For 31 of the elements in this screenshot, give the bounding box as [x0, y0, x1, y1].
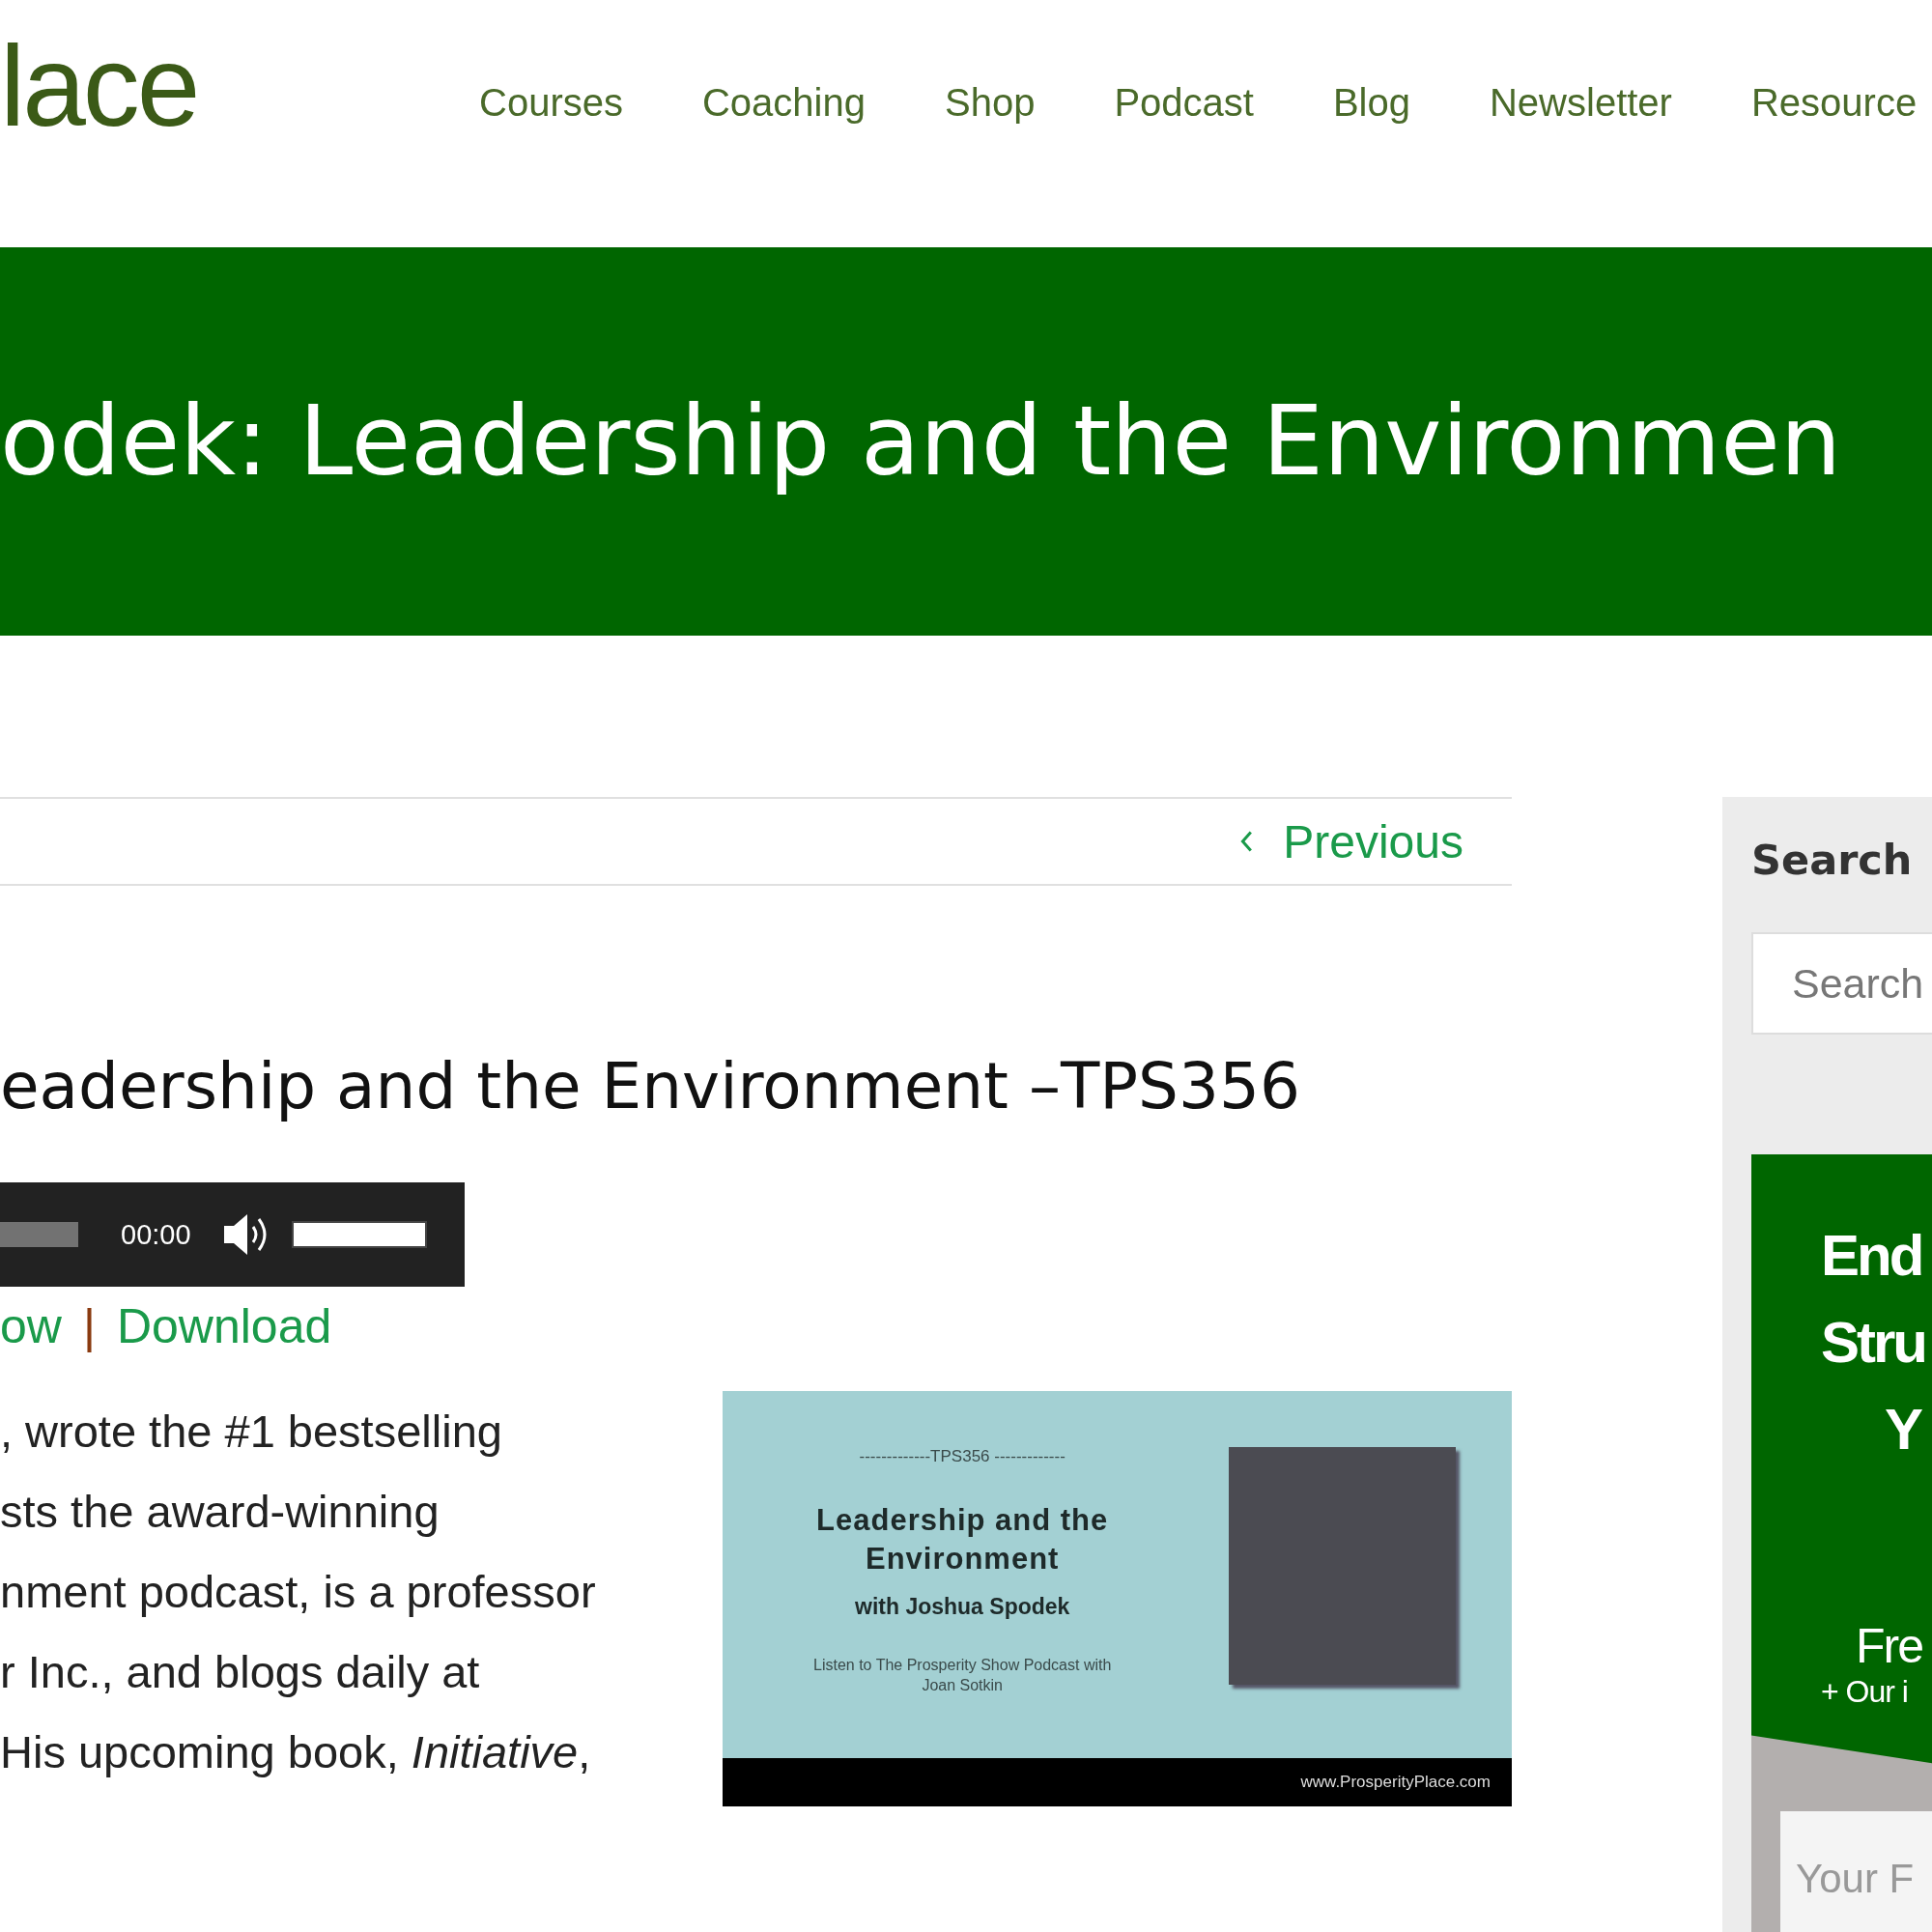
- name-field[interactable]: Your F: [1780, 1811, 1932, 1932]
- nav-link[interactable]: Blog: [1332, 79, 1410, 126]
- listen-caption: Listen to The Prosperity Show Podcast with Joan Sotkin: [812, 1656, 1113, 1696]
- post-title: eadership and the Environment –TPS356: [0, 1048, 1301, 1125]
- website-address: www.ProsperityPlace.com: [1300, 1773, 1491, 1793]
- promo-note: + Our i: [1821, 1674, 1909, 1710]
- promo-headline: End: [1821, 1222, 1923, 1290]
- nav-link[interactable]: Podcast: [1114, 79, 1254, 126]
- search-field[interactable]: Search: [1751, 932, 1932, 1035]
- text-link[interactable]: Download: [116, 1298, 332, 1355]
- promo-offer: Fre: [1855, 1618, 1923, 1674]
- nav-link[interactable]: Resource: [1750, 79, 1918, 126]
- progress-track[interactable]: [0, 1222, 78, 1248]
- promo-headline: Stru: [1821, 1309, 1926, 1377]
- body-paragraph: , wrote the #1 bestselling sts the award-winning nment podcast, is a professor r Inc., and blogs daily at His upcoming book, Initiative,: [0, 1405, 596, 1780]
- nav-link[interactable]: Shop: [944, 79, 1036, 126]
- previous-link[interactable]: Previous: [1238, 814, 1463, 868]
- logo[interactable]: lace: [0, 29, 479, 143]
- search-heading: Search: [1751, 836, 1914, 884]
- page-title: odek: Leadership and the Environmen: [0, 384, 1842, 499]
- promo-headline: Y: [1884, 1396, 1922, 1463]
- link-separator: |: [82, 1298, 96, 1355]
- guest-name: with Joshua Spodek: [854, 1594, 1071, 1621]
- text-link[interactable]: ow: [0, 1298, 62, 1355]
- chevron-left-icon: [1238, 830, 1255, 853]
- time-display: 00:00: [121, 1218, 191, 1251]
- nav-link[interactable]: Newsletter: [1490, 79, 1672, 126]
- episode-title: Leadership and the Environment: [815, 1502, 1110, 1578]
- nav-link[interactable]: Courses: [479, 79, 623, 126]
- nav-link[interactable]: Coaching: [701, 79, 866, 126]
- episode-code: -------------TPS356 -------------: [858, 1447, 1066, 1467]
